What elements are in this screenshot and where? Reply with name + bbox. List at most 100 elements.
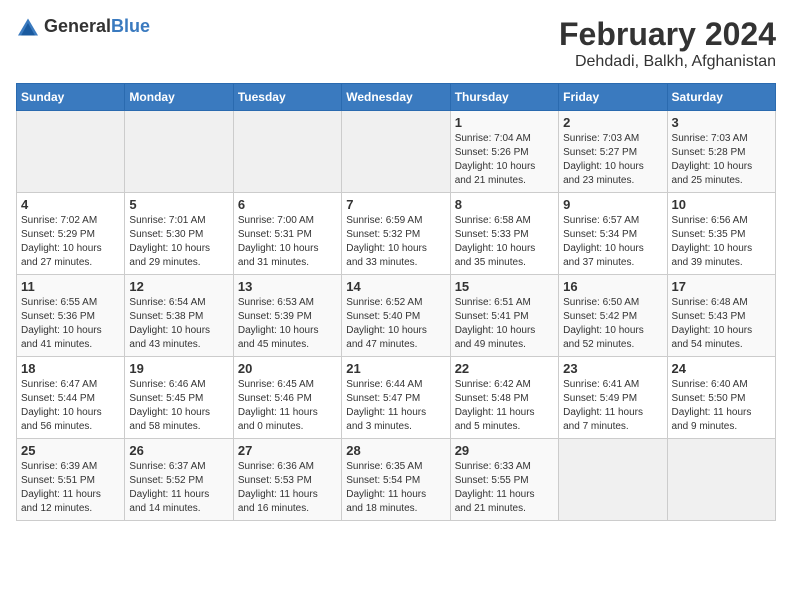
day-info: Sunrise: 6:42 AM Sunset: 5:48 PM Dayligh… [455,378,554,434]
day-number: 15 [455,279,554,294]
calendar-cell: 7 Sunrise: 6:59 AM Sunset: 5:32 PM Daylig… [342,193,450,275]
day-number: 4 [21,197,120,212]
day-number: 12 [129,279,228,294]
day-info: Sunrise: 6:54 AM Sunset: 5:38 PM Dayligh… [129,296,228,352]
main-title: February 2024 [559,16,776,53]
day-number: 21 [346,361,445,376]
day-number: 10 [672,197,771,212]
day-info: Sunrise: 6:52 AM Sunset: 5:40 PM Dayligh… [346,296,445,352]
day-header-tuesday: Tuesday [233,84,341,111]
day-number: 7 [346,197,445,212]
day-info: Sunrise: 6:56 AM Sunset: 5:35 PM Dayligh… [672,214,771,270]
calendar-cell: 29 Sunrise: 6:33 AM Sunset: 5:55 PM Dayli… [450,439,558,521]
day-number: 27 [238,443,337,458]
calendar-cell [125,111,233,193]
day-info: Sunrise: 7:03 AM Sunset: 5:27 PM Dayligh… [563,132,662,188]
calendar-cell: 21 Sunrise: 6:44 AM Sunset: 5:47 PM Dayli… [342,357,450,439]
day-number: 2 [563,115,662,130]
logo-icon [16,17,40,37]
calendar-cell: 19 Sunrise: 6:46 AM Sunset: 5:45 PM Dayli… [125,357,233,439]
day-number: 25 [21,443,120,458]
day-info: Sunrise: 6:41 AM Sunset: 5:49 PM Dayligh… [563,378,662,434]
day-number: 9 [563,197,662,212]
calendar-cell: 18 Sunrise: 6:47 AM Sunset: 5:44 PM Dayli… [17,357,125,439]
logo-text-blue: Blue [111,16,150,36]
day-number: 26 [129,443,228,458]
calendar-cell: 6 Sunrise: 7:00 AM Sunset: 5:31 PM Daylig… [233,193,341,275]
calendar-cell: 24 Sunrise: 6:40 AM Sunset: 5:50 PM Dayli… [667,357,775,439]
logo-text-general: General [44,16,111,36]
calendar-cell [559,439,667,521]
calendar-cell: 27 Sunrise: 6:36 AM Sunset: 5:53 PM Dayli… [233,439,341,521]
title-area: February 2024 Dehdadi, Balkh, Afghanista… [559,16,776,71]
day-info: Sunrise: 6:33 AM Sunset: 5:55 PM Dayligh… [455,460,554,516]
day-info: Sunrise: 6:50 AM Sunset: 5:42 PM Dayligh… [563,296,662,352]
day-info: Sunrise: 6:48 AM Sunset: 5:43 PM Dayligh… [672,296,771,352]
day-info: Sunrise: 6:57 AM Sunset: 5:34 PM Dayligh… [563,214,662,270]
calendar-cell: 28 Sunrise: 6:35 AM Sunset: 5:54 PM Dayli… [342,439,450,521]
day-header-friday: Friday [559,84,667,111]
day-header-saturday: Saturday [667,84,775,111]
day-number: 8 [455,197,554,212]
calendar-cell: 17 Sunrise: 6:48 AM Sunset: 5:43 PM Dayli… [667,275,775,357]
day-number: 19 [129,361,228,376]
calendar-cell: 8Sunrise: 6:58 AM Sunset: 5:33 PM Daylig… [450,193,558,275]
header: GeneralBlue February 2024 Dehdadi, Balkh… [16,16,776,71]
day-info: Sunrise: 6:36 AM Sunset: 5:53 PM Dayligh… [238,460,337,516]
calendar-cell: 11Sunrise: 6:55 AM Sunset: 5:36 PM Dayli… [17,275,125,357]
calendar-cell: 16Sunrise: 6:50 AM Sunset: 5:42 PM Dayli… [559,275,667,357]
calendar-cell: 1Sunrise: 7:04 AM Sunset: 5:26 PM Daylig… [450,111,558,193]
day-number: 6 [238,197,337,212]
day-info: Sunrise: 6:46 AM Sunset: 5:45 PM Dayligh… [129,378,228,434]
day-info: Sunrise: 6:53 AM Sunset: 5:39 PM Dayligh… [238,296,337,352]
day-number: 28 [346,443,445,458]
day-number: 14 [346,279,445,294]
week-row-0: 1Sunrise: 7:04 AM Sunset: 5:26 PM Daylig… [17,111,776,193]
calendar-cell: 12 Sunrise: 6:54 AM Sunset: 5:38 PM Dayli… [125,275,233,357]
day-number: 17 [672,279,771,294]
calendar-cell: 2 Sunrise: 7:03 AM Sunset: 5:27 PM Daylig… [559,111,667,193]
day-info: Sunrise: 6:37 AM Sunset: 5:52 PM Dayligh… [129,460,228,516]
day-number: 29 [455,443,554,458]
day-info: Sunrise: 6:55 AM Sunset: 5:36 PM Dayligh… [21,296,120,352]
day-header-thursday: Thursday [450,84,558,111]
logo: GeneralBlue [16,16,150,37]
day-info: Sunrise: 6:47 AM Sunset: 5:44 PM Dayligh… [21,378,120,434]
day-info: Sunrise: 6:35 AM Sunset: 5:54 PM Dayligh… [346,460,445,516]
week-row-1: 4 Sunrise: 7:02 AM Sunset: 5:29 PM Daylig… [17,193,776,275]
day-number: 3 [672,115,771,130]
week-row-3: 18 Sunrise: 6:47 AM Sunset: 5:44 PM Dayli… [17,357,776,439]
calendar-cell [342,111,450,193]
day-info: Sunrise: 6:39 AM Sunset: 5:51 PM Dayligh… [21,460,120,516]
calendar-cell: 20 Sunrise: 6:45 AM Sunset: 5:46 PM Dayli… [233,357,341,439]
calendar-cell [667,439,775,521]
day-info: Sunrise: 7:00 AM Sunset: 5:31 PM Dayligh… [238,214,337,270]
day-number: 24 [672,361,771,376]
calendar-cell: 9 Sunrise: 6:57 AM Sunset: 5:34 PM Daylig… [559,193,667,275]
day-info: Sunrise: 6:59 AM Sunset: 5:32 PM Dayligh… [346,214,445,270]
subtitle: Dehdadi, Balkh, Afghanistan [559,53,776,71]
calendar-table: SundayMondayTuesdayWednesdayThursdayFrid… [16,83,776,521]
day-info: Sunrise: 6:44 AM Sunset: 5:47 PM Dayligh… [346,378,445,434]
calendar-cell: 15 Sunrise: 6:51 AM Sunset: 5:41 PM Dayli… [450,275,558,357]
calendar-cell [17,111,125,193]
calendar-cell: 23 Sunrise: 6:41 AM Sunset: 5:49 PM Dayli… [559,357,667,439]
calendar-cell: 10 Sunrise: 6:56 AM Sunset: 5:35 PM Dayli… [667,193,775,275]
day-number: 23 [563,361,662,376]
day-number: 18 [21,361,120,376]
calendar-cell: 5Sunrise: 7:01 AM Sunset: 5:30 PM Daylig… [125,193,233,275]
day-info: Sunrise: 7:02 AM Sunset: 5:29 PM Dayligh… [21,214,120,270]
day-info: Sunrise: 6:45 AM Sunset: 5:46 PM Dayligh… [238,378,337,434]
calendar-cell: 22Sunrise: 6:42 AM Sunset: 5:48 PM Dayli… [450,357,558,439]
header-row: SundayMondayTuesdayWednesdayThursdayFrid… [17,84,776,111]
day-header-wednesday: Wednesday [342,84,450,111]
day-header-sunday: Sunday [17,84,125,111]
calendar-cell: 25 Sunrise: 6:39 AM Sunset: 5:51 PM Dayli… [17,439,125,521]
day-info: Sunrise: 6:51 AM Sunset: 5:41 PM Dayligh… [455,296,554,352]
day-header-monday: Monday [125,84,233,111]
day-info: Sunrise: 7:03 AM Sunset: 5:28 PM Dayligh… [672,132,771,188]
day-number: 20 [238,361,337,376]
day-info: Sunrise: 7:01 AM Sunset: 5:30 PM Dayligh… [129,214,228,270]
calendar-cell: 13Sunrise: 6:53 AM Sunset: 5:39 PM Dayli… [233,275,341,357]
day-info: Sunrise: 6:40 AM Sunset: 5:50 PM Dayligh… [672,378,771,434]
